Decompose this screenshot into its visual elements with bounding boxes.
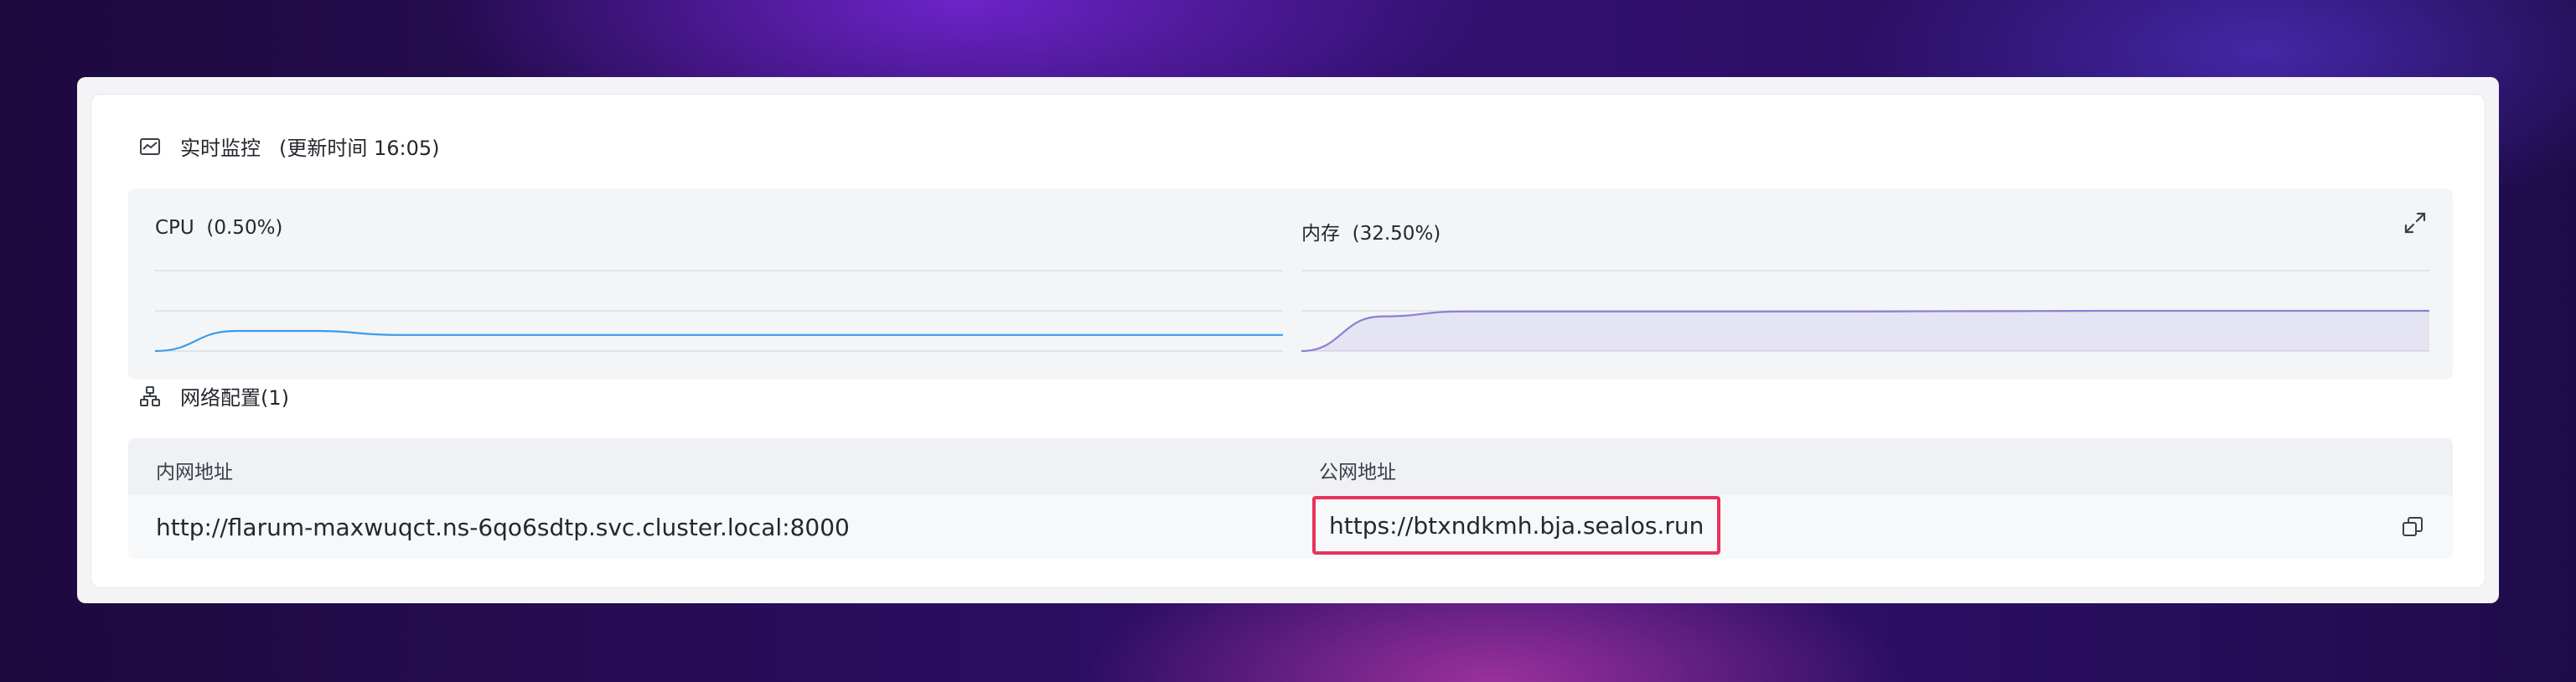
network-section-header: 网络配置(1)	[138, 381, 289, 411]
cpu-chart	[155, 269, 1283, 353]
cpu-chart-svg	[155, 270, 1283, 353]
internal-address-header: 内网地址	[156, 462, 233, 483]
memory-value: (32.50%)	[1352, 223, 1441, 245]
details-panel: 实时监控 (更新时间 16:05) CPU (0.50%) 内存 (32.50%…	[91, 94, 2485, 588]
internal-address[interactable]: http://flarum-maxwuqct.ns-6qo6sdtp.svc.c…	[156, 514, 850, 541]
monitor-title: 实时监控	[180, 137, 261, 160]
update-time: (更新时间 16:05)	[279, 137, 440, 160]
app-card: 实时监控 (更新时间 16:05) CPU (0.50%) 内存 (32.50%…	[77, 77, 2499, 603]
monitor-charts-panel: CPU (0.50%) 内存 (32.50%)	[128, 189, 2453, 380]
cpu-chart-title: CPU (0.50%)	[155, 217, 282, 239]
memory-chart	[1301, 269, 2429, 353]
cpu-label: CPU	[155, 217, 194, 239]
memory-label: 内存	[1301, 223, 1340, 245]
cpu-value: (0.50%)	[206, 217, 283, 239]
monitor-icon	[138, 135, 162, 158]
public-address-link[interactable]: https://btxndkmh.bja.sealos.run	[1312, 496, 1721, 555]
copy-icon[interactable]	[2399, 514, 2426, 540]
expand-icon[interactable]	[2401, 209, 2429, 237]
memory-chart-svg	[1301, 270, 2429, 353]
network-table: 内网地址 公网地址 http://flarum-maxwuqct.ns-6qo6…	[128, 438, 2453, 559]
monitor-section-header: 实时监控 (更新时间 16:05)	[138, 132, 440, 161]
public-address-header: 公网地址	[1319, 462, 1396, 483]
network-table-header: 内网地址 公网地址	[128, 438, 2453, 495]
memory-area	[1301, 311, 2429, 351]
memory-chart-title: 内存 (32.50%)	[1301, 217, 1441, 245]
network-title: 网络配置(1)	[180, 386, 289, 410]
cpu-series-line	[155, 329, 1283, 353]
table-row: http://flarum-maxwuqct.ns-6qo6sdtp.svc.c…	[128, 495, 2453, 559]
network-icon	[138, 385, 162, 408]
